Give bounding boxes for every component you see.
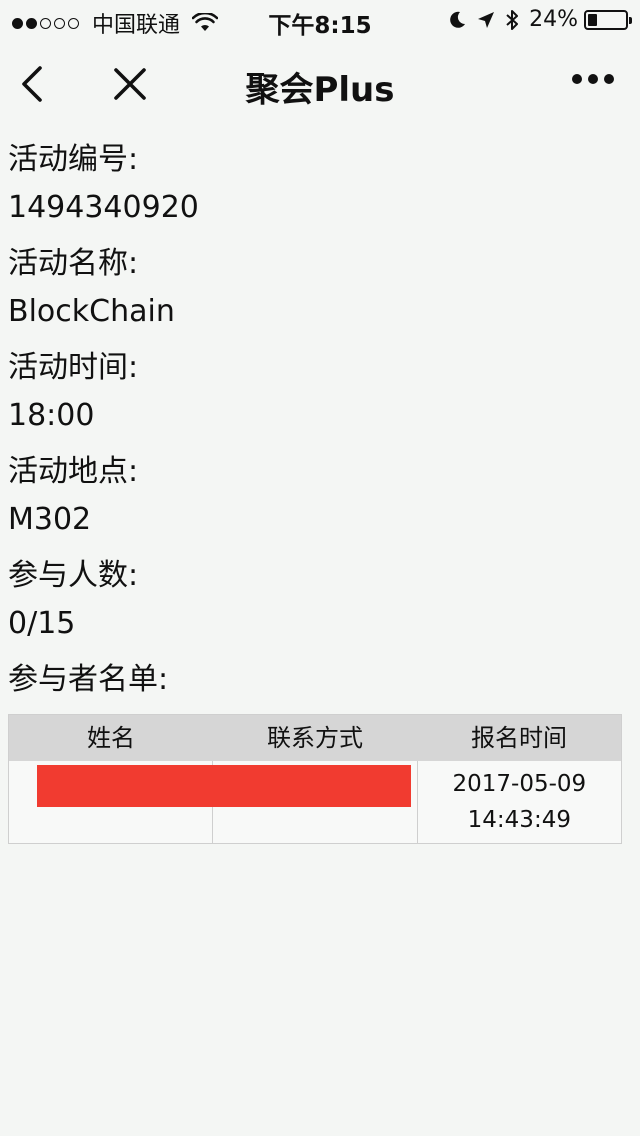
participants-label: 参与者名单: <box>8 662 169 697</box>
column-header-contact: 联系方式 <box>267 724 363 752</box>
location-arrow-icon <box>478 11 495 28</box>
field-value: BlockChain <box>8 294 175 329</box>
cell-signup-time: 2017-05-09 14:43:49 <box>418 761 621 843</box>
field-label: 活动地点: <box>8 454 139 489</box>
battery-icon <box>584 9 632 30</box>
field-value: M302 <box>8 502 92 537</box>
redaction-bar <box>37 765 411 807</box>
field-event-id: 活动编号: 1494340920 <box>8 136 622 232</box>
status-right: 24% <box>437 7 632 32</box>
battery-percentage: 24% <box>529 7 578 32</box>
column-header-signup-time: 报名时间 <box>471 724 567 752</box>
table-header: 姓名 联系方式 报名时间 <box>9 715 621 761</box>
status-bar: 中国联通 下午8:15 24% <box>0 0 640 40</box>
moon-icon <box>450 11 466 28</box>
field-label: 活动编号: <box>8 142 139 177</box>
field-value: 0/15 <box>8 606 76 641</box>
more-icon[interactable] <box>566 74 614 84</box>
bluetooth-icon <box>506 9 519 30</box>
field-event-name: 活动名称: BlockChain <box>8 240 622 336</box>
field-label: 参与人数: <box>8 558 139 593</box>
signup-clock-time: 14:43:49 <box>467 807 571 833</box>
field-event-time: 活动时间: 18:00 <box>8 344 622 440</box>
field-value: 1494340920 <box>8 190 199 225</box>
event-details: 活动编号: 1494340920 活动名称: BlockChain 活动时间: … <box>8 136 622 704</box>
signup-date: 2017-05-09 <box>452 771 587 797</box>
field-participant-count: 参与人数: 0/15 <box>8 552 622 648</box>
column-header-name: 姓名 <box>87 724 135 752</box>
field-value: 18:00 <box>8 398 95 433</box>
participants-table: 姓名 联系方式 报名时间 2017-05-09 14:43:49 <box>8 714 622 844</box>
field-label: 活动名称: <box>8 246 139 281</box>
battery-level <box>588 13 597 26</box>
field-event-location: 活动地点: M302 <box>8 448 622 544</box>
field-label: 活动时间: <box>8 350 139 385</box>
page-title: 聚会Plus <box>245 70 395 110</box>
navigation-bar: 聚会Plus <box>0 40 640 128</box>
